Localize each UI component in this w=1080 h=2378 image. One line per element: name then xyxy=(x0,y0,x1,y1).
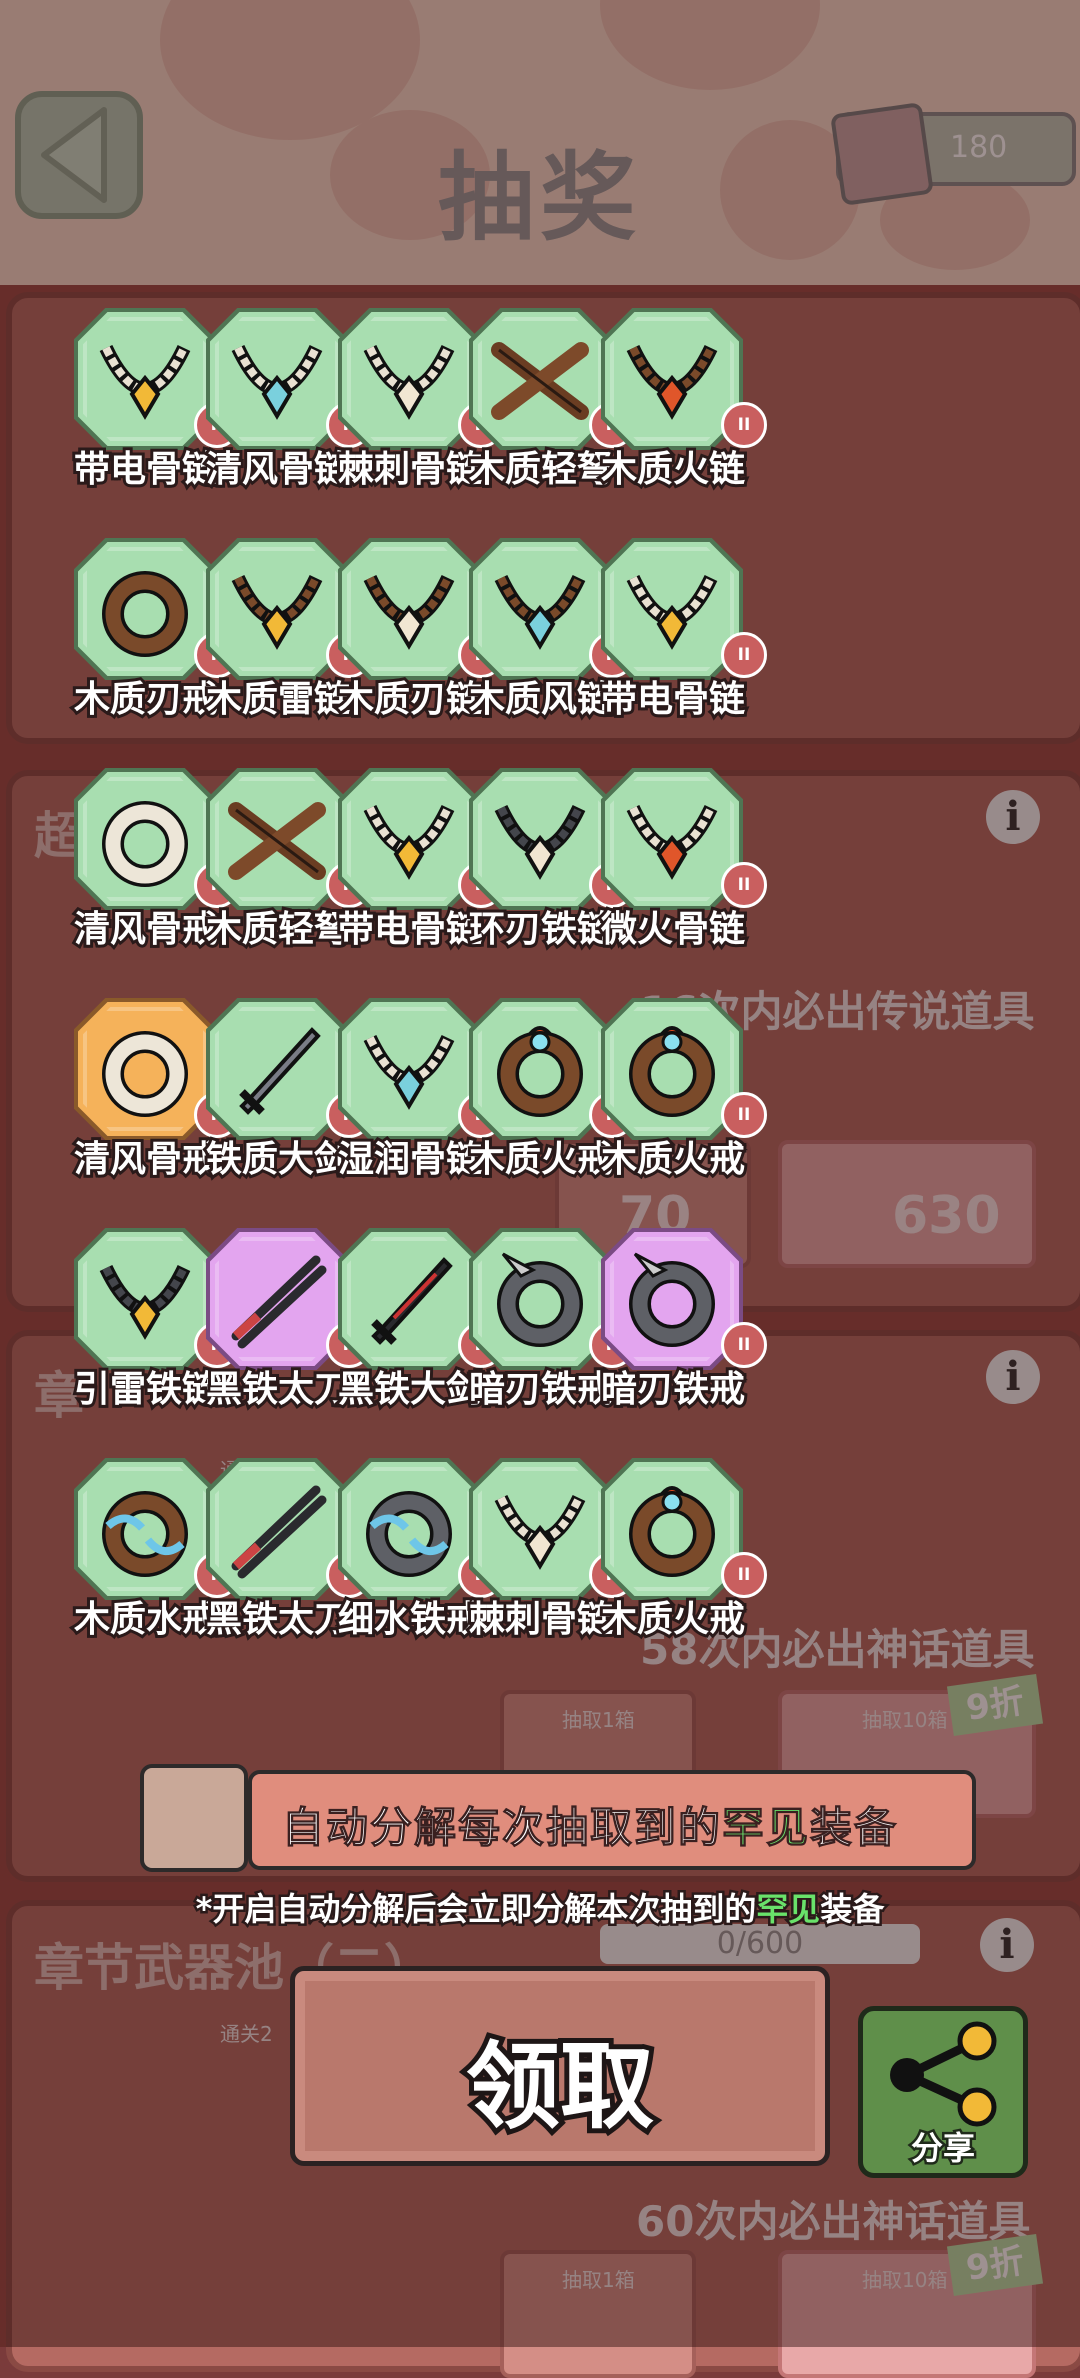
reward-item[interactable]: II木质火戒 xyxy=(575,1458,771,1652)
auto-decompose-prefix: 自动分解每次抽取到的 xyxy=(281,1803,723,1853)
item-name: 暗刃铁戒 xyxy=(598,1366,748,1413)
reward-item[interactable]: II 木质火链 xyxy=(575,308,771,502)
dark-blade-iron-ring-icon xyxy=(629,1252,715,1347)
rarity-highlight: 罕见 xyxy=(722,1803,811,1853)
wooden-fire-necklace-icon xyxy=(626,344,718,420)
note-highlight: 罕见 xyxy=(754,1888,823,1931)
share-button[interactable]: 分享 xyxy=(858,2006,1028,2178)
item-name: 带电骨链 xyxy=(598,676,748,723)
fire-bone-necklace-icon xyxy=(626,804,718,880)
auto-decompose-note: *开启自动分解后会立即分解本次抽到的罕见装备 xyxy=(0,1884,1080,1931)
claim-button[interactable]: 领取 xyxy=(290,1966,830,2166)
note-prefix: *开启自动分解后会立即分解本次抽到的 xyxy=(193,1888,759,1931)
reward-item[interactable]: II木质火戒 xyxy=(575,998,771,1192)
auto-decompose-suffix: 装备 xyxy=(810,1803,899,1853)
reward-grid: II带电骨链II清风骨链II棘刺骨链II木质轻弩II木质火链II木质刃戒II木质… xyxy=(0,0,1080,1700)
wooden-fire-ring-icon xyxy=(629,1026,715,1117)
share-icon xyxy=(890,2021,997,2127)
item-name: 木质火戒 xyxy=(598,1596,748,1643)
item-name: 木质火链 xyxy=(598,446,748,493)
note-suffix: 装备 xyxy=(818,1888,887,1931)
auto-decompose-bar[interactable]: 自动分解每次抽取到的罕见装备 xyxy=(248,1770,976,1870)
wooden-fire-ring-icon xyxy=(629,1486,715,1577)
share-label: 分享 xyxy=(908,2127,977,2170)
auto-decompose-checkbox[interactable] xyxy=(140,1764,248,1872)
reward-item[interactable]: II暗刃铁戒 xyxy=(575,1228,771,1422)
item-name: 微火骨链 xyxy=(598,906,748,953)
item-name: 木质火戒 xyxy=(598,1136,748,1183)
claim-label: 领取 xyxy=(461,2028,659,2147)
auto-decompose-label: 自动分解每次抽取到的罕见装备 xyxy=(281,1794,899,1855)
reward-item[interactable]: II带电骨链 xyxy=(575,538,771,732)
bone-necklace-lightning-icon xyxy=(626,574,718,650)
reward-item[interactable]: II 微火骨链 xyxy=(575,768,771,962)
